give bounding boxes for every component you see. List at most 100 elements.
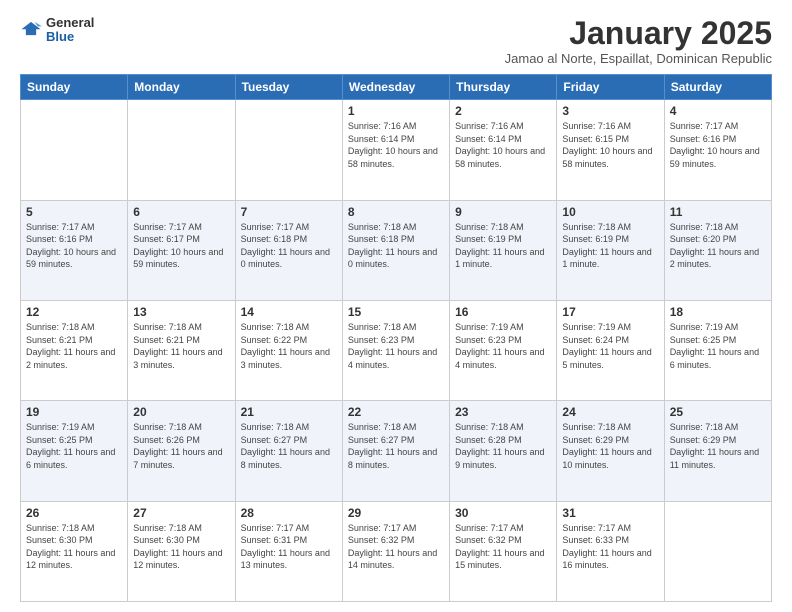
table-row: 4 Sunrise: 7:17 AM Sunset: 6:16 PM Daylig… <box>664 100 771 200</box>
col-tuesday: Tuesday <box>235 75 342 100</box>
table-row: 13Sunrise: 7:18 AM Sunset: 6:21 PM Dayli… <box>128 300 235 400</box>
table-row: 27 Sunrise: 7:18 AM Sunset: 6:30 PM Dayli… <box>128 501 235 601</box>
table-row <box>128 100 235 200</box>
page: General Blue January 2025 Jamao al Norte… <box>0 0 792 612</box>
day-number: 20 <box>133 405 229 419</box>
day-info: Sunrise: 7:16 AM Sunset: 6:14 PM Dayligh… <box>455 120 551 170</box>
table-row: 6Sunrise: 7:17 AM Sunset: 6:17 PM Daylig… <box>128 200 235 300</box>
table-row: 25 Sunrise: 7:18 AM Sunset: 6:29 PM Dayli… <box>664 401 771 501</box>
day-number: 4 <box>670 104 766 118</box>
table-row: 29 Sunrise: 7:17 AM Sunset: 6:32 PM Dayli… <box>342 501 449 601</box>
col-saturday: Saturday <box>664 75 771 100</box>
calendar-week-row: 26 Sunrise: 7:18 AM Sunset: 6:30 PM Dayli… <box>21 501 772 601</box>
day-info: Sunrise: 7:16 AM Sunset: 6:15 PM Dayligh… <box>562 120 658 170</box>
table-row <box>664 501 771 601</box>
day-info: Sunrise: 7:18 AM Sunset: 6:19 PM Dayligh… <box>562 221 658 271</box>
day-info: Sunrise: 7:19 AM Sunset: 6:25 PM Dayligh… <box>670 321 766 371</box>
table-row: 5 Sunrise: 7:17 AM Sunset: 6:16 PM Daylig… <box>21 200 128 300</box>
table-row: 26 Sunrise: 7:18 AM Sunset: 6:30 PM Dayli… <box>21 501 128 601</box>
day-info: Sunrise: 7:18 AM Sunset: 6:19 PM Dayligh… <box>455 221 551 271</box>
day-info: Sunrise: 7:17 AM Sunset: 6:32 PM Dayligh… <box>455 522 551 572</box>
day-number: 25 <box>670 405 766 419</box>
calendar: Sunday Monday Tuesday Wednesday Thursday… <box>20 74 772 602</box>
day-info: Sunrise: 7:17 AM Sunset: 6:17 PM Dayligh… <box>133 221 229 271</box>
logo-text: General Blue <box>46 16 94 45</box>
table-row: 17 Sunrise: 7:19 AM Sunset: 6:24 PM Dayli… <box>557 300 664 400</box>
day-number: 12 <box>26 305 122 319</box>
day-number: 27 <box>133 506 229 520</box>
day-number: 24 <box>562 405 658 419</box>
calendar-week-row: 1 Sunrise: 7:16 AM Sunset: 6:14 PM Daylig… <box>21 100 772 200</box>
day-info: Sunrise: 7:18 AM Sunset: 6:20 PM Dayligh… <box>670 221 766 271</box>
col-friday: Friday <box>557 75 664 100</box>
day-info: Sunrise: 7:18 AM Sunset: 6:29 PM Dayligh… <box>562 421 658 471</box>
day-number: 21 <box>241 405 337 419</box>
title-area: January 2025 Jamao al Norte, Espaillat, … <box>505 16 772 66</box>
table-row: 23 Sunrise: 7:18 AM Sunset: 6:28 PM Dayli… <box>450 401 557 501</box>
day-number: 28 <box>241 506 337 520</box>
day-number: 16 <box>455 305 551 319</box>
day-info: Sunrise: 7:18 AM Sunset: 6:28 PM Dayligh… <box>455 421 551 471</box>
day-number: 14 <box>241 305 337 319</box>
table-row: 12 Sunrise: 7:18 AM Sunset: 6:21 PM Dayli… <box>21 300 128 400</box>
table-row: 28 Sunrise: 7:17 AM Sunset: 6:31 PM Dayli… <box>235 501 342 601</box>
table-row: 31Sunrise: 7:17 AM Sunset: 6:33 PM Dayli… <box>557 501 664 601</box>
day-info: Sunrise: 7:18 AM Sunset: 6:22 PM Dayligh… <box>241 321 337 371</box>
table-row: 10 Sunrise: 7:18 AM Sunset: 6:19 PM Dayli… <box>557 200 664 300</box>
table-row <box>235 100 342 200</box>
day-info: Sunrise: 7:17 AM Sunset: 6:16 PM Dayligh… <box>670 120 766 170</box>
col-thursday: Thursday <box>450 75 557 100</box>
table-row: 30 Sunrise: 7:17 AM Sunset: 6:32 PM Dayli… <box>450 501 557 601</box>
day-info: Sunrise: 7:18 AM Sunset: 6:27 PM Dayligh… <box>241 421 337 471</box>
logo-general: General <box>46 16 94 30</box>
table-row: 15 Sunrise: 7:18 AM Sunset: 6:23 PM Dayli… <box>342 300 449 400</box>
day-number: 19 <box>26 405 122 419</box>
day-number: 9 <box>455 205 551 219</box>
day-number: 8 <box>348 205 444 219</box>
day-info: Sunrise: 7:17 AM Sunset: 6:18 PM Dayligh… <box>241 221 337 271</box>
logo: General Blue <box>20 16 94 45</box>
table-row: 14 Sunrise: 7:18 AM Sunset: 6:22 PM Dayli… <box>235 300 342 400</box>
table-row: 22 Sunrise: 7:18 AM Sunset: 6:27 PM Dayli… <box>342 401 449 501</box>
day-info: Sunrise: 7:18 AM Sunset: 6:23 PM Dayligh… <box>348 321 444 371</box>
day-info: Sunrise: 7:17 AM Sunset: 6:32 PM Dayligh… <box>348 522 444 572</box>
day-number: 1 <box>348 104 444 118</box>
day-info: Sunrise: 7:18 AM Sunset: 6:30 PM Dayligh… <box>26 522 122 572</box>
day-info: Sunrise: 7:17 AM Sunset: 6:16 PM Dayligh… <box>26 221 122 271</box>
day-info: Sunrise: 7:19 AM Sunset: 6:25 PM Dayligh… <box>26 421 122 471</box>
day-number: 30 <box>455 506 551 520</box>
table-row: 9 Sunrise: 7:18 AM Sunset: 6:19 PM Daylig… <box>450 200 557 300</box>
day-info: Sunrise: 7:16 AM Sunset: 6:14 PM Dayligh… <box>348 120 444 170</box>
table-row: 19 Sunrise: 7:19 AM Sunset: 6:25 PM Dayli… <box>21 401 128 501</box>
day-info: Sunrise: 7:18 AM Sunset: 6:18 PM Dayligh… <box>348 221 444 271</box>
table-row: 7 Sunrise: 7:17 AM Sunset: 6:18 PM Daylig… <box>235 200 342 300</box>
day-number: 10 <box>562 205 658 219</box>
day-number: 5 <box>26 205 122 219</box>
day-number: 3 <box>562 104 658 118</box>
day-number: 23 <box>455 405 551 419</box>
header: General Blue January 2025 Jamao al Norte… <box>20 16 772 66</box>
day-info: Sunrise: 7:18 AM Sunset: 6:27 PM Dayligh… <box>348 421 444 471</box>
logo-icon <box>20 19 42 41</box>
day-number: 15 <box>348 305 444 319</box>
calendar-week-row: 5 Sunrise: 7:17 AM Sunset: 6:16 PM Daylig… <box>21 200 772 300</box>
day-info: Sunrise: 7:19 AM Sunset: 6:24 PM Dayligh… <box>562 321 658 371</box>
day-number: 29 <box>348 506 444 520</box>
day-info: Sunrise: 7:17 AM Sunset: 6:33 PM Dayligh… <box>562 522 658 572</box>
calendar-week-row: 19 Sunrise: 7:19 AM Sunset: 6:25 PM Dayli… <box>21 401 772 501</box>
col-monday: Monday <box>128 75 235 100</box>
day-info: Sunrise: 7:17 AM Sunset: 6:31 PM Dayligh… <box>241 522 337 572</box>
table-row: 11Sunrise: 7:18 AM Sunset: 6:20 PM Dayli… <box>664 200 771 300</box>
table-row <box>21 100 128 200</box>
subtitle: Jamao al Norte, Espaillat, Dominican Rep… <box>505 51 772 66</box>
day-number: 17 <box>562 305 658 319</box>
day-number: 7 <box>241 205 337 219</box>
table-row: 3 Sunrise: 7:16 AM Sunset: 6:15 PM Daylig… <box>557 100 664 200</box>
day-number: 22 <box>348 405 444 419</box>
day-info: Sunrise: 7:18 AM Sunset: 6:21 PM Dayligh… <box>133 321 229 371</box>
day-info: Sunrise: 7:18 AM Sunset: 6:30 PM Dayligh… <box>133 522 229 572</box>
day-info: Sunrise: 7:18 AM Sunset: 6:29 PM Dayligh… <box>670 421 766 471</box>
day-number: 26 <box>26 506 122 520</box>
calendar-header-row: Sunday Monday Tuesday Wednesday Thursday… <box>21 75 772 100</box>
day-info: Sunrise: 7:18 AM Sunset: 6:21 PM Dayligh… <box>26 321 122 371</box>
